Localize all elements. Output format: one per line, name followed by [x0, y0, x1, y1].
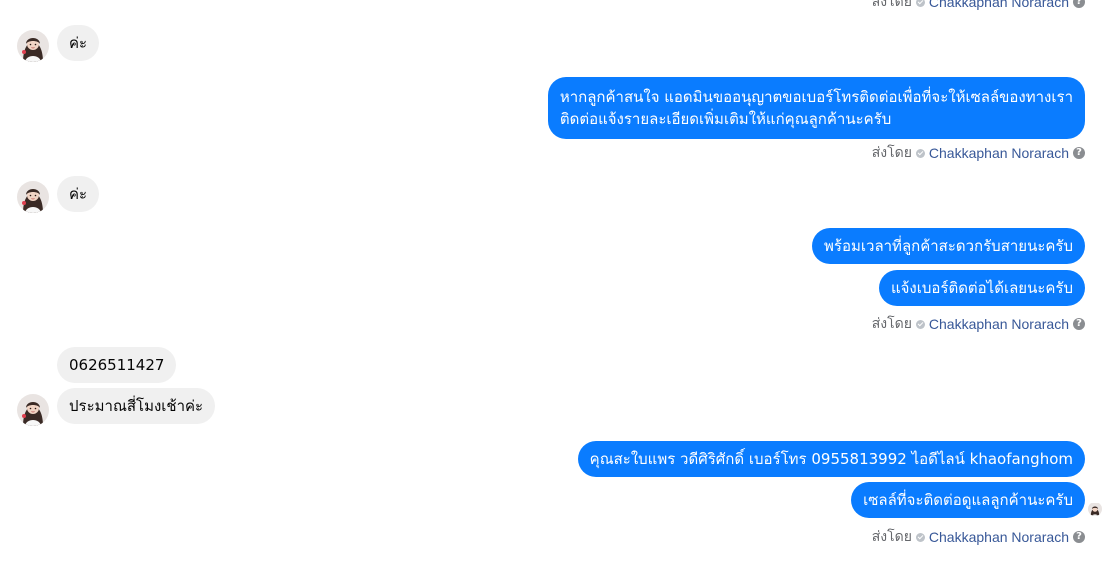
- seen-avatar: [1088, 502, 1102, 516]
- outgoing-message[interactable]: หากลูกค้าสนใจ แอดมินขออนุญาตขอเบอร์โทรติ…: [547, 77, 1085, 139]
- question-circle-icon[interactable]: ?: [1073, 0, 1085, 8]
- sent-by-label: ส่งโดย Chakkaphan Norarach ?: [872, 0, 1085, 13]
- check-circle-icon: [915, 319, 925, 329]
- incoming-message[interactable]: ค่ะ: [57, 25, 100, 61]
- outgoing-message[interactable]: แจ้งเบอร์ติดต่อได้เลยนะครับ: [878, 270, 1085, 306]
- sender-name[interactable]: Chakkaphan Norarach: [929, 145, 1069, 161]
- sender-name[interactable]: Chakkaphan Norarach: [929, 529, 1069, 545]
- incoming-message[interactable]: 0626511427: [57, 347, 177, 383]
- sender-name[interactable]: Chakkaphan Norarach: [929, 316, 1069, 332]
- question-circle-icon[interactable]: ?: [1073, 147, 1085, 159]
- sent-by-label: ส่งโดย Chakkaphan Norarach ?: [872, 142, 1085, 164]
- outgoing-message[interactable]: เซลล์ที่จะติดต่อดูแลลูกค้านะครับ: [851, 482, 1085, 518]
- user-avatar[interactable]: [17, 30, 49, 62]
- question-circle-icon[interactable]: ?: [1073, 318, 1085, 330]
- sent-by-prefix: ส่งโดย: [871, 0, 912, 9]
- user-avatar[interactable]: [17, 181, 49, 213]
- sender-name[interactable]: Chakkaphan Norarach: [929, 0, 1069, 10]
- sent-by-label: ส่งโดย Chakkaphan Norarach ?: [872, 526, 1085, 548]
- outgoing-message[interactable]: คุณสะใบแพร วดีศิริศักดิ์ เบอร์โทร 095581…: [577, 441, 1085, 477]
- check-circle-icon: [915, 0, 925, 7]
- check-circle-icon: [915, 148, 925, 158]
- incoming-message[interactable]: ประมาณสี่โมงเช้าค่ะ: [57, 388, 216, 424]
- message-line: ติดต่อแจ้งรายละเอียดเพิ่มเติมให้แก่คุณลู…: [559, 110, 892, 128]
- question-circle-icon[interactable]: ?: [1073, 531, 1085, 543]
- user-avatar[interactable]: [17, 394, 49, 426]
- message-line: หากลูกค้าสนใจ แอดมินขออนุญาตขอเบอร์โทรติ…: [559, 88, 1073, 106]
- sent-by-label: ส่งโดย Chakkaphan Norarach ?: [872, 313, 1085, 335]
- message-thread: ส่งโดย Chakkaphan Norarach ? ค่ะ หากลูกค…: [0, 0, 1110, 577]
- check-circle-icon: [915, 532, 925, 542]
- sent-by-prefix: ส่งโดย: [871, 528, 912, 544]
- sent-by-prefix: ส่งโดย: [871, 144, 912, 160]
- incoming-message[interactable]: ค่ะ: [57, 176, 100, 212]
- outgoing-message[interactable]: พร้อมเวลาที่ลูกค้าสะดวกรับสายนะครับ: [812, 228, 1085, 264]
- sent-by-prefix: ส่งโดย: [871, 315, 912, 331]
